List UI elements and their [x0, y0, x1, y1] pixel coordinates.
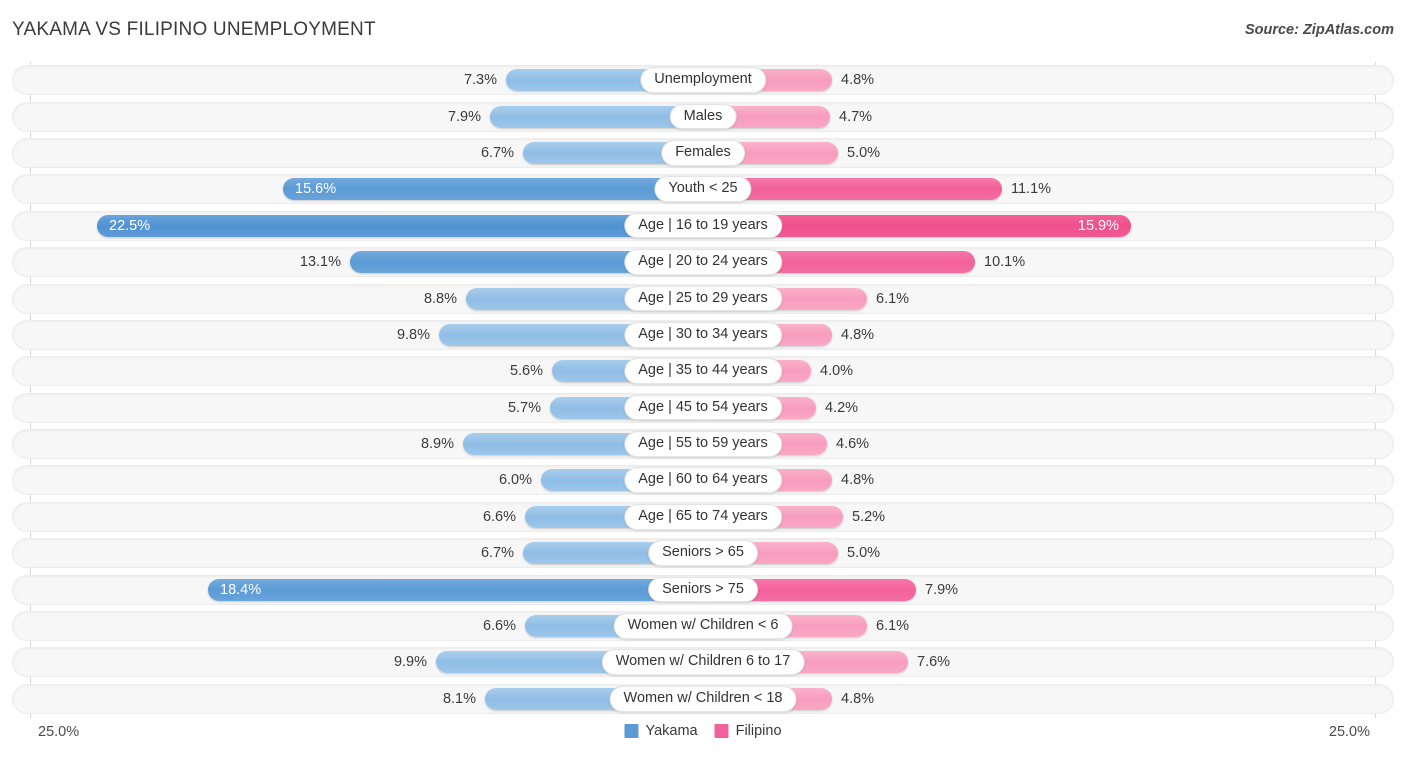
chart-row: 6.0% 4.8% Age | 60 to 64 years: [12, 462, 1394, 498]
row-category-label: Age | 55 to 59 years: [624, 431, 782, 457]
row-category-label: Age | 30 to 34 years: [624, 322, 782, 348]
source-attribution: Source: ZipAtlas.com: [1244, 22, 1394, 38]
chart-row: 8.1% 4.8% Women w/ Children < 18: [12, 681, 1394, 717]
value-label-yakama: 5.6%: [509, 363, 543, 380]
value-label-filipino: 4.8%: [841, 326, 875, 343]
chart-row: 15.6% 11.1% Youth < 25: [12, 171, 1394, 207]
value-label-yakama: 22.5%: [109, 217, 151, 234]
legend-item[interactable]: Yakama: [624, 723, 698, 739]
value-label-filipino: 4.0%: [820, 363, 854, 380]
chart-rows: 7.3% 4.8% Unemployment 7.9% 4.7% Males 6.7% 5.0…: [12, 62, 1394, 718]
bar-fill: [208, 578, 703, 601]
value-label-yakama: 8.8%: [423, 290, 457, 307]
bar-fill: [97, 214, 703, 237]
row-category-label: Age | 65 to 74 years: [624, 504, 782, 530]
value-label-filipino: 4.8%: [841, 72, 875, 89]
chart-row: 6.6% 6.1% Women w/ Children < 6: [12, 608, 1394, 644]
legend-label: Yakama: [645, 723, 698, 739]
row-category-label: Seniors > 65: [648, 540, 758, 567]
row-category-label: Women w/ Children 6 to 17: [601, 649, 805, 676]
legend-label: Filipino: [735, 723, 782, 739]
value-label-yakama: 9.9%: [393, 654, 427, 671]
chart-row: 18.4% 7.9% Seniors > 75: [12, 571, 1394, 607]
chart-row: 6.6% 5.2% Age | 65 to 74 years: [12, 499, 1394, 535]
row-category-label: Age | 16 to 19 years: [624, 212, 782, 239]
value-label-yakama: 6.7%: [480, 545, 514, 562]
row-category-label: Age | 35 to 44 years: [624, 358, 782, 385]
value-label-filipino: 4.8%: [841, 690, 875, 707]
value-label-yakama: 6.0%: [498, 472, 532, 489]
legend-item[interactable]: Filipino: [714, 723, 782, 739]
axis-min-label: 25.0%: [38, 724, 80, 740]
value-label-filipino: 4.2%: [825, 399, 859, 416]
value-label-yakama: 8.9%: [420, 436, 454, 453]
row-category-label: Seniors > 75: [648, 576, 758, 603]
bar-yakama: 15.6%: [283, 178, 703, 201]
row-category-label: Youth < 25: [654, 176, 752, 203]
chart-row: 6.7% 5.0% Females: [12, 135, 1394, 171]
row-category-label: Males: [669, 103, 737, 130]
diverging-bar-chart: 7.3% 4.8% Unemployment 7.9% 4.7% Males 6.7% 5.0…: [12, 62, 1394, 718]
bar-filipino: 11.1%: [703, 178, 1052, 201]
chart-row: 8.9% 4.6% Age | 55 to 59 years: [12, 426, 1394, 462]
value-label-filipino: 4.8%: [841, 472, 875, 489]
row-category-label: Age | 20 to 24 years: [624, 249, 782, 275]
value-label-yakama: 13.1%: [299, 254, 341, 271]
axis-max-label: 25.0%: [1328, 724, 1370, 740]
value-label-filipino: 11.1%: [1011, 181, 1052, 198]
value-label-filipino: 4.7%: [839, 108, 873, 125]
row-category-label: Women w/ Children < 18: [609, 685, 797, 712]
value-label-filipino: 5.2%: [852, 508, 886, 525]
chart-page: YAKAMA VS FILIPINO UNEMPLOYMENT Source: …: [0, 0, 1406, 757]
value-label-filipino: 7.6%: [917, 654, 951, 671]
chart-row: 9.9% 7.6% Women w/ Children 6 to 17: [12, 644, 1394, 680]
row-category-label: Age | 60 to 64 years: [624, 467, 782, 494]
value-label-yakama: 7.9%: [447, 108, 481, 125]
value-label-yakama: 8.1%: [442, 690, 476, 707]
chart-row: 6.7% 5.0% Seniors > 65: [12, 535, 1394, 571]
chart-row: 22.5% 15.9% Age | 16 to 19 years: [12, 208, 1394, 244]
legend-swatch-icon: [714, 724, 729, 738]
chart-header: YAKAMA VS FILIPINO UNEMPLOYMENT Source: …: [0, 0, 1406, 62]
page-title: YAKAMA VS FILIPINO UNEMPLOYMENT: [12, 19, 376, 40]
value-label-filipino: 7.9%: [925, 581, 959, 598]
value-label-yakama: 5.7%: [507, 399, 541, 416]
bar-yakama: 18.4%: [208, 578, 703, 601]
value-label-yakama: 6.6%: [482, 618, 516, 635]
value-label-filipino: 10.1%: [984, 254, 1026, 271]
value-label-filipino: 4.6%: [836, 436, 870, 453]
chart-row: 7.3% 4.8% Unemployment: [12, 62, 1394, 98]
row-category-label: Age | 45 to 54 years: [624, 394, 782, 421]
row-category-label: Age | 25 to 29 years: [624, 285, 782, 312]
value-label-filipino: 5.0%: [847, 144, 881, 161]
chart-row: 9.8% 4.8% Age | 30 to 34 years: [12, 317, 1394, 353]
value-label-filipino: 6.1%: [876, 618, 910, 635]
value-label-filipino: 15.9%: [1077, 217, 1119, 234]
bar-yakama: 22.5%: [97, 214, 703, 237]
chart-row: 7.9% 4.7% Males: [12, 98, 1394, 134]
value-label-yakama: 9.8%: [396, 326, 430, 343]
chart-row: 13.1% 10.1% Age | 20 to 24 years: [12, 244, 1394, 280]
value-label-yakama: 6.6%: [482, 508, 516, 525]
value-label-filipino: 6.1%: [876, 290, 910, 307]
bar-fill: [283, 178, 703, 201]
chart-footer: 25.0% 25.0% Yakama Filipino: [12, 718, 1394, 757]
value-label-filipino: 5.0%: [847, 545, 881, 562]
legend-swatch-icon: [624, 724, 639, 738]
bar-yakama: 7.9%: [447, 105, 703, 128]
row-category-label: Unemployment: [640, 67, 766, 94]
value-label-yakama: 15.6%: [295, 181, 337, 198]
row-category-label: Women w/ Children < 6: [613, 613, 793, 639]
chart-row: 5.7% 4.2% Age | 45 to 54 years: [12, 390, 1394, 426]
chart-legend: Yakama Filipino: [624, 723, 782, 739]
value-label-yakama: 18.4%: [220, 581, 262, 598]
chart-row: 8.8% 6.1% Age | 25 to 29 years: [12, 280, 1394, 316]
value-label-yakama: 6.7%: [480, 144, 514, 161]
row-category-label: Females: [661, 140, 745, 166]
value-label-yakama: 7.3%: [463, 72, 497, 89]
chart-row: 5.6% 4.0% Age | 35 to 44 years: [12, 353, 1394, 389]
